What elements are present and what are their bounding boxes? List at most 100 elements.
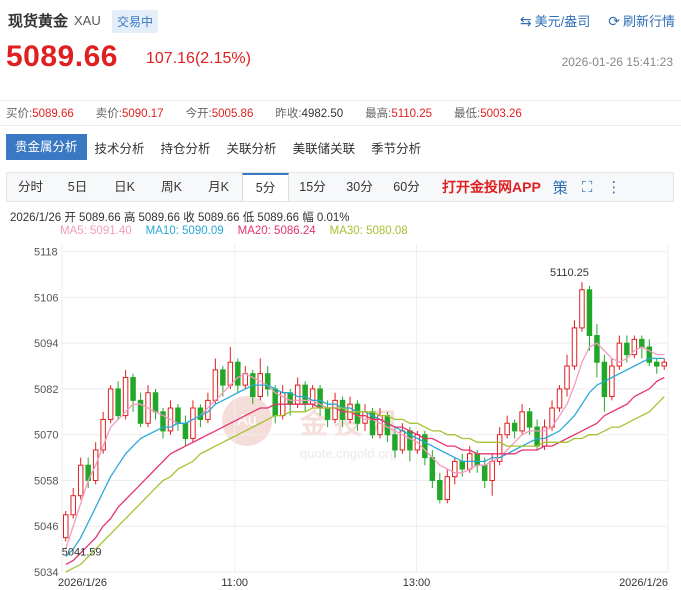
y-tick-label: 5046 <box>34 521 58 533</box>
candlestick-chart[interactable]: 5034 5046 5058 5070 5082 5094 5106 5118 2026/1/2… <box>0 236 681 590</box>
candle-body <box>519 411 525 432</box>
bar-info: 2026/1/26 开 5089.66 高 5089.66 收 5089.66 … <box>10 212 350 224</box>
candle-body <box>294 384 301 405</box>
candle-body <box>586 289 593 337</box>
quote-stat-value: 5003.26 <box>480 108 522 120</box>
quote-stat-value: 5090.17 <box>121 108 164 120</box>
quote-timestamp: 2026-01-26 15:41:23 <box>561 55 673 69</box>
period-tab[interactable]: 月K <box>195 173 242 201</box>
period-tab[interactable]: 5日 <box>54 173 101 201</box>
y-tick-label: 5058 <box>34 475 58 487</box>
y-tick-label: 5118 <box>34 247 58 259</box>
fullscreen-icon[interactable]: ⛶ <box>582 179 593 196</box>
quote-stat-label: 卖价: <box>95 108 122 120</box>
candle-body <box>175 407 181 424</box>
y-tick-label: 5082 <box>34 384 58 396</box>
swap-arrows-icon: ⇆ <box>519 13 532 29</box>
quote-stat: 昨收:4982.50 <box>275 105 343 121</box>
candle-body <box>62 514 69 539</box>
refresh-icon: ⟳ <box>608 13 620 29</box>
candle-body <box>287 392 293 405</box>
period-tab[interactable]: 60分 <box>383 173 430 201</box>
period-tab[interactable]: 5分 <box>242 173 289 201</box>
refresh-button[interactable]: ⟳ 刷新行情 <box>608 11 675 30</box>
candle-body <box>624 342 630 356</box>
candle-body <box>235 361 241 386</box>
quote-stat-value: 5089.66 <box>32 108 74 120</box>
analysis-tab[interactable]: 技术分析 <box>87 138 153 157</box>
y-tick-label: 5070 <box>34 430 58 442</box>
candle-body <box>489 460 495 481</box>
candle-body <box>107 388 114 420</box>
candle-body <box>504 422 510 436</box>
strategy-icon[interactable]: 策 <box>553 177 568 198</box>
candle-body <box>437 479 443 501</box>
period-tab[interactable]: 30分 <box>336 173 383 201</box>
x-tick-label: 2026/1/26 <box>58 577 107 589</box>
currency-toggle-button[interactable]: ⇆ 美元/盎司 <box>520 11 590 30</box>
instrument-code: XAU <box>74 13 101 28</box>
analysis-tab[interactable]: 持仓分析 <box>153 138 219 157</box>
currency-toggle-label: 美元/盎司 <box>534 14 591 29</box>
quote-stat: 卖价:5090.17 <box>96 105 164 121</box>
candle-body <box>115 388 121 417</box>
period-tab[interactable]: 日K <box>101 173 148 201</box>
more-vertical-icon[interactable]: ⋮ <box>606 178 621 196</box>
candle-body <box>429 457 436 481</box>
candle-body <box>354 403 361 424</box>
period-tab[interactable]: 分时 <box>7 173 54 201</box>
candle-body <box>646 346 653 363</box>
quote-stat-label: 最低: <box>454 108 481 120</box>
refresh-label: 刷新行情 <box>622 14 675 29</box>
analysis-tab[interactable]: 季节分析 <box>363 138 429 157</box>
candle-body <box>384 415 391 436</box>
quote-stat-value: 5110.25 <box>391 108 433 120</box>
quote-stats-bar: 买价:5089.66 卖价:5090.17 今开:5005.86 昨收:4982.50… <box>0 100 681 126</box>
y-tick-label: 5094 <box>34 338 58 350</box>
candle-body <box>661 361 668 367</box>
period-tab[interactable]: 15分 <box>289 173 336 201</box>
quote-stat: 买价:5089.66 <box>6 105 74 121</box>
period-tabs: 分时 5日 日K 周K 月K 5分 15分 30分 60分 打开金投网APP 策 ⛶ ⋮ <box>6 172 674 202</box>
candle-body <box>639 338 645 348</box>
candle-body <box>579 289 585 329</box>
ma-line-ma5 <box>65 342 665 550</box>
candle-body <box>70 495 76 516</box>
quote-stat-value: 4982.50 <box>301 108 344 120</box>
quote-stat: 最高:5110.25 <box>365 105 432 121</box>
candle-body <box>77 464 84 497</box>
period-tab[interactable]: 周K <box>148 173 195 201</box>
quote-stat: 今开:5005.86 <box>186 105 254 121</box>
candle-body <box>190 407 196 440</box>
quote-stat-label: 今开: <box>185 108 212 120</box>
price-change: 107.16(2.15%) <box>146 50 251 67</box>
quote-stat-label: 买价: <box>6 108 33 120</box>
candle-body <box>332 399 338 420</box>
candle-body <box>526 411 533 428</box>
candle-body <box>392 434 398 451</box>
analysis-tab[interactable]: 贵金属分析 <box>6 134 87 160</box>
analysis-tab[interactable]: 美联储关联 <box>285 138 364 157</box>
candle-body <box>227 361 234 386</box>
candle-body <box>152 392 159 413</box>
candle-body <box>242 373 249 386</box>
candle-body <box>609 365 615 398</box>
analysis-tab[interactable]: 关联分析 <box>219 138 285 157</box>
instrument-name: 现货黄金 <box>8 13 69 30</box>
analysis-tabs: 贵金属分析 技术分析 持仓分析 关联分析 美联储关联 季节分析 <box>0 133 681 161</box>
candle-body <box>182 422 189 440</box>
y-tick-label: 5034 <box>34 567 58 579</box>
candle-body <box>556 388 563 409</box>
quote-header: 现货黄金 XAU 交易中 ⇆ 美元/盎司 ⟳ 刷新行情 5089.66 107.16… <box>0 0 681 100</box>
open-app-link[interactable]: 打开金投网APP <box>442 177 541 197</box>
candle-body <box>302 384 308 405</box>
current-price: 5089.66 <box>6 40 118 73</box>
candle-body <box>481 464 488 481</box>
candle-body <box>444 476 451 501</box>
candle-body <box>212 369 219 401</box>
candle-body <box>362 411 368 424</box>
x-tick-label: 13:00 <box>403 577 431 589</box>
candle-body <box>459 460 466 470</box>
candle-body <box>339 399 346 420</box>
x-tick-label: 11:00 <box>221 577 248 589</box>
